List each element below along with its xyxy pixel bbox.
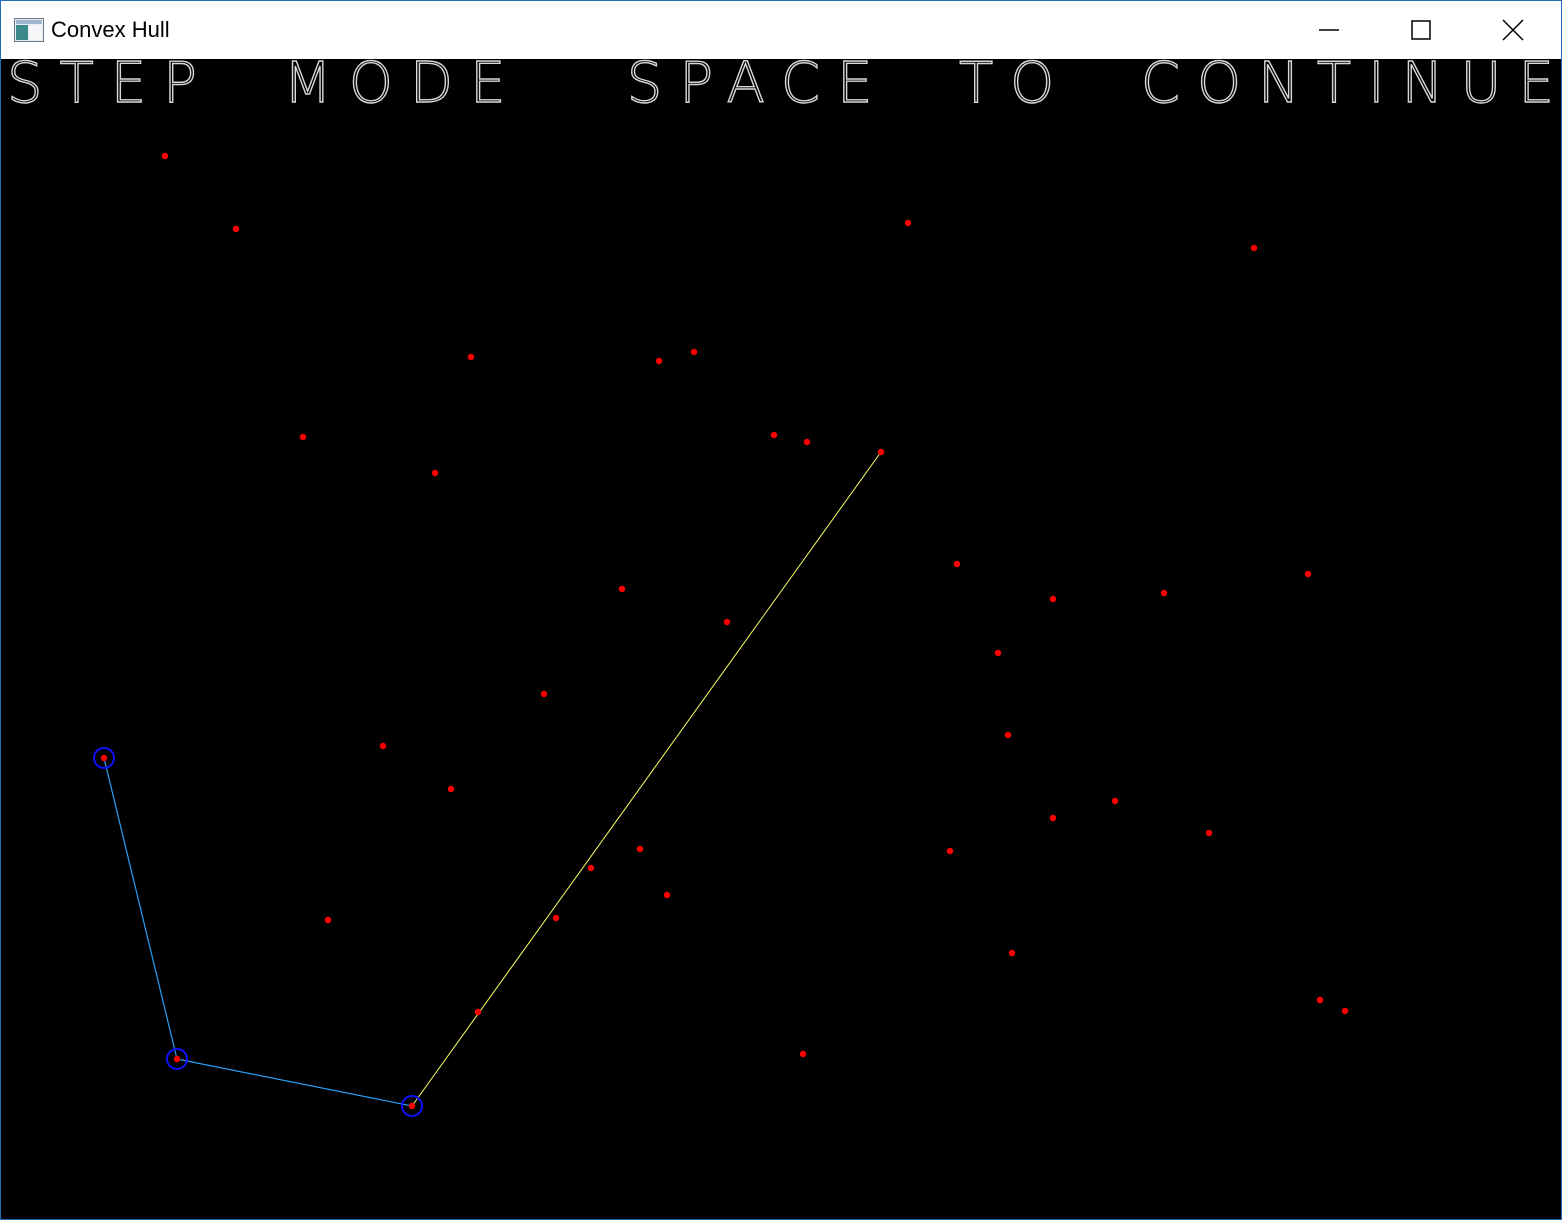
point [100, 754, 108, 762]
point [799, 1050, 807, 1058]
point [1160, 589, 1168, 597]
point [1049, 814, 1057, 822]
point-set [100, 152, 1349, 1110]
point [770, 431, 778, 439]
point [324, 916, 332, 924]
point [1304, 570, 1312, 578]
point [636, 845, 644, 853]
point [474, 1008, 482, 1016]
point [299, 433, 307, 441]
point [690, 348, 698, 356]
point [655, 357, 663, 365]
point [1205, 829, 1213, 837]
point [447, 785, 455, 793]
point [1250, 244, 1258, 252]
point [467, 353, 475, 361]
candidate-edge [411, 451, 882, 1107]
point [877, 448, 885, 456]
point [946, 847, 954, 855]
point [953, 560, 961, 568]
hull-vertices [93, 747, 423, 1117]
point [540, 690, 548, 698]
point [803, 438, 811, 446]
hull-edge [103, 757, 178, 1060]
point [232, 225, 240, 233]
hull-canvas[interactable] [1, 1, 1561, 1220]
point [379, 742, 387, 750]
point [723, 618, 731, 626]
point [1004, 731, 1012, 739]
point [408, 1102, 416, 1110]
point [1341, 1007, 1349, 1015]
point [904, 219, 912, 227]
point [552, 914, 560, 922]
point [161, 152, 169, 160]
point [1111, 797, 1119, 805]
point [1316, 996, 1324, 1004]
hull-edge [176, 1058, 413, 1107]
point [1049, 595, 1057, 603]
point [587, 864, 595, 872]
app-window: Convex Hull STEP MODE SPACE TO CONTINUE [0, 0, 1562, 1220]
point [663, 891, 671, 899]
point [431, 469, 439, 477]
point [173, 1055, 181, 1063]
point [994, 649, 1002, 657]
point [618, 585, 626, 593]
hull-edges [103, 451, 882, 1107]
point [1008, 949, 1016, 957]
